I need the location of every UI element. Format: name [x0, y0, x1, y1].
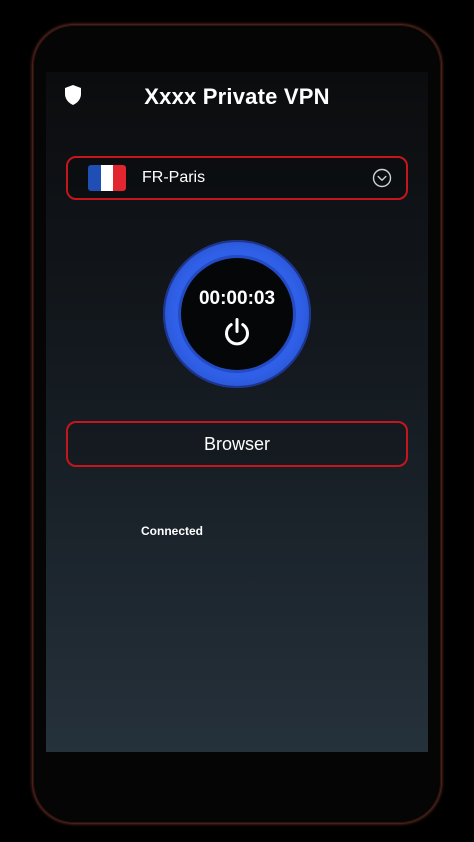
flag-stripe-blue [88, 165, 101, 191]
flag-stripe-white [100, 165, 114, 191]
app-title: Xxxx Private VPN [144, 84, 330, 109]
app-screen: Xxxx Private VPN FR-Paris 00:00:03 Brows… [46, 72, 428, 752]
chevron-down-icon[interactable] [372, 168, 392, 188]
power-button-inner[interactable]: 00:00:03 [181, 258, 293, 370]
server-name: FR-Paris [142, 169, 206, 186]
browser-button[interactable]: Browser [66, 421, 408, 467]
server-selector[interactable]: FR-Paris [66, 156, 408, 200]
connection-status: Connected [141, 524, 204, 538]
flag-stripe-red [113, 165, 126, 191]
app-header: Xxxx Private VPN [46, 82, 428, 114]
france-flag-icon [88, 165, 126, 191]
power-icon[interactable] [221, 316, 253, 348]
connection-timer: 00:00:03 [198, 288, 276, 309]
power-button[interactable]: 00:00:03 [163, 240, 311, 388]
